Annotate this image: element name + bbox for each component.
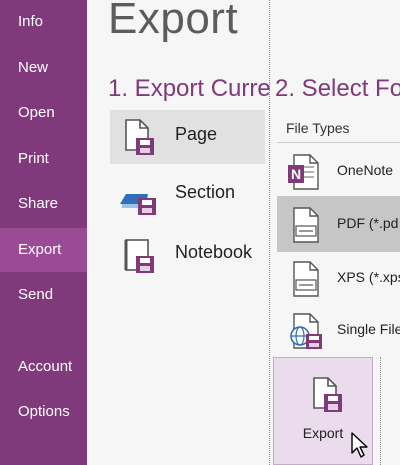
notebook-export-icon <box>124 239 154 273</box>
nav-print[interactable]: Print <box>0 137 87 181</box>
scope-item-page[interactable]: Page <box>110 110 265 164</box>
filetype-label: OneNote <box>337 162 394 178</box>
onenote-file-icon: N <box>288 154 319 190</box>
scope-item-notebook[interactable]: Notebook <box>110 228 265 282</box>
svg-text:N: N <box>291 166 301 182</box>
export-divider <box>380 357 381 465</box>
nav-new[interactable]: New <box>0 46 87 90</box>
nav-info[interactable]: Info <box>0 0 87 44</box>
filetype-label: PDF (*.pd <box>337 215 399 231</box>
filetype-xps[interactable]: XPS (*.xps <box>277 250 400 306</box>
nav-export[interactable]: Export <box>0 228 87 272</box>
mouse-cursor-icon <box>351 432 368 458</box>
export-document-icon <box>313 377 342 412</box>
format-heading: 2. Select Fo <box>275 75 400 102</box>
backstage-sidebar: Info New Open Print Share Export Send Ac… <box>0 0 87 465</box>
filetype-label: XPS (*.xps <box>337 269 400 285</box>
xps-file-icon <box>293 261 319 297</box>
filetype-label: Single File <box>337 321 400 337</box>
section-export-icon <box>120 194 156 215</box>
nav-share[interactable]: Share <box>0 182 87 226</box>
filetype-single-file-web[interactable]: Single File <box>277 302 400 358</box>
page-title: Export <box>108 0 239 43</box>
nav-account[interactable]: Account <box>0 345 87 389</box>
filetype-onenote[interactable]: N OneNote <box>277 143 400 199</box>
scope-item-label: Section <box>175 182 236 202</box>
web-file-icon <box>290 313 322 349</box>
scope-item-label: Notebook <box>175 242 253 262</box>
pdf-file-icon <box>293 207 319 243</box>
scope-item-label: Page <box>175 124 218 144</box>
nav-send[interactable]: Send <box>0 273 87 317</box>
filetype-pdf[interactable]: PDF (*.pd <box>277 196 400 252</box>
page-export-icon <box>125 119 154 155</box>
file-types-header: File Types <box>277 113 400 143</box>
nav-options[interactable]: Options <box>0 390 87 434</box>
scope-item-section[interactable]: Section <box>110 168 265 222</box>
nav-open[interactable]: Open <box>0 91 87 135</box>
pane-divider <box>269 0 270 465</box>
scope-heading: 1. Export Curre <box>108 75 271 102</box>
